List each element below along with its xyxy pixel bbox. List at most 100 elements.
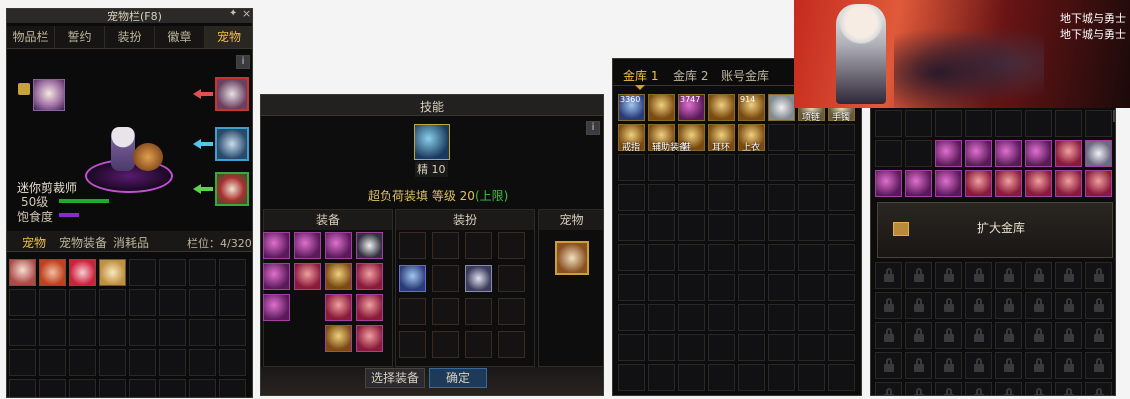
equipment-item[interactable] (325, 294, 352, 321)
equipment-item[interactable] (263, 263, 290, 290)
empty-slot[interactable] (738, 154, 765, 181)
tab-emblem[interactable]: 徽章 (155, 26, 205, 48)
empty-slot[interactable] (189, 259, 216, 286)
pet-window-titlebar[interactable]: 宠物栏(F8) ✦ × (7, 9, 252, 23)
empty-slot[interactable] (798, 274, 825, 301)
empty-slot[interactable] (39, 289, 66, 316)
empty-slot[interactable] (905, 140, 932, 167)
equipment-item[interactable] (356, 294, 383, 321)
account-vault-item[interactable] (995, 170, 1022, 197)
account-vault-item[interactable] (965, 140, 992, 167)
pet-portrait-slot[interactable] (33, 79, 65, 111)
empty-slot[interactable] (648, 364, 675, 391)
empty-slot[interactable] (189, 349, 216, 376)
empty-slot[interactable] (768, 274, 795, 301)
account-vault-item[interactable] (1085, 170, 1112, 197)
empty-avatar-slot[interactable] (498, 331, 525, 358)
empty-slot[interactable] (708, 154, 735, 181)
empty-slot[interactable] (828, 214, 855, 241)
empty-slot[interactable] (708, 334, 735, 361)
empty-slot[interactable] (768, 364, 795, 391)
empty-slot[interactable] (219, 319, 246, 346)
empty-slot[interactable] (69, 319, 96, 346)
empty-slot[interactable] (798, 334, 825, 361)
vault-item[interactable] (708, 94, 735, 121)
empty-slot[interactable] (798, 154, 825, 181)
pet-item[interactable] (9, 259, 36, 286)
empty-slot[interactable] (738, 244, 765, 271)
account-vault-item[interactable] (935, 170, 962, 197)
info-button[interactable]: i (586, 121, 600, 135)
empty-slot[interactable] (99, 349, 126, 376)
expand-vault-button[interactable]: 扩大金库 (961, 220, 1041, 238)
empty-slot[interactable] (768, 244, 795, 271)
empty-slot[interactable] (9, 379, 36, 397)
empty-avatar-slot[interactable] (465, 331, 492, 358)
empty-slot[interactable] (678, 184, 705, 211)
empty-slot[interactable] (9, 319, 36, 346)
empty-slot[interactable] (129, 349, 156, 376)
empty-slot[interactable] (219, 379, 246, 397)
empty-avatar-slot[interactable] (498, 298, 525, 325)
empty-slot[interactable] (129, 289, 156, 316)
pet-item[interactable] (69, 259, 96, 286)
empty-slot[interactable] (189, 319, 216, 346)
equipment-item[interactable] (356, 325, 383, 352)
info-button[interactable]: i (236, 55, 250, 69)
empty-slot[interactable] (875, 140, 902, 167)
empty-slot[interactable] (828, 154, 855, 181)
empty-slot[interactable] (768, 334, 795, 361)
empty-slot[interactable] (768, 214, 795, 241)
confirm-button[interactable]: 确定 (429, 368, 487, 388)
tab-vow[interactable]: 誓约 (55, 26, 105, 48)
empty-slot[interactable] (828, 364, 855, 391)
empty-slot[interactable] (648, 304, 675, 331)
account-vault-item[interactable] (1025, 140, 1052, 167)
empty-avatar-slot[interactable] (432, 331, 459, 358)
tab-inventory[interactable]: 物品栏 (7, 26, 55, 48)
account-vault-item[interactable] (875, 170, 902, 197)
empty-slot[interactable] (39, 349, 66, 376)
pet-equip-slot-red[interactable] (215, 77, 249, 111)
empty-slot[interactable] (1055, 110, 1082, 137)
empty-slot[interactable] (129, 259, 156, 286)
equipment-item[interactable] (325, 232, 352, 259)
empty-slot[interactable] (875, 110, 902, 137)
empty-slot[interactable] (678, 214, 705, 241)
empty-slot[interactable] (9, 289, 36, 316)
empty-slot[interactable] (678, 274, 705, 301)
account-vault-item[interactable] (1055, 170, 1082, 197)
empty-slot[interactable] (99, 289, 126, 316)
empty-slot[interactable] (618, 244, 645, 271)
empty-avatar-slot[interactable] (399, 298, 426, 325)
empty-slot[interactable] (9, 349, 36, 376)
account-vault-item[interactable] (1055, 140, 1082, 167)
empty-slot[interactable] (648, 184, 675, 211)
pet-item[interactable] (39, 259, 66, 286)
empty-slot[interactable] (935, 110, 962, 137)
empty-slot[interactable] (219, 349, 246, 376)
subtab-pets[interactable]: 宠物 (22, 234, 46, 251)
empty-slot[interactable] (738, 304, 765, 331)
empty-slot[interactable] (618, 274, 645, 301)
account-vault-item[interactable] (1025, 170, 1052, 197)
empty-slot[interactable] (99, 319, 126, 346)
subtab-pet-equipment[interactable]: 宠物装备 (59, 234, 107, 251)
empty-slot[interactable] (965, 110, 992, 137)
empty-slot[interactable] (618, 154, 645, 181)
select-equipment-button[interactable]: 选择装备 (365, 368, 425, 388)
empty-slot[interactable] (69, 379, 96, 397)
tab-avatar[interactable]: 装扮 (105, 26, 155, 48)
empty-slot[interactable] (1025, 110, 1052, 137)
empty-slot[interactable] (828, 334, 855, 361)
empty-slot[interactable] (648, 334, 675, 361)
empty-slot[interactable] (678, 364, 705, 391)
empty-slot[interactable] (618, 364, 645, 391)
empty-slot[interactable] (159, 379, 186, 397)
equipment-item[interactable] (294, 232, 321, 259)
empty-slot[interactable] (798, 124, 825, 151)
empty-slot[interactable] (768, 304, 795, 331)
empty-slot[interactable] (189, 289, 216, 316)
empty-slot[interactable] (738, 184, 765, 211)
empty-avatar-slot[interactable] (432, 298, 459, 325)
